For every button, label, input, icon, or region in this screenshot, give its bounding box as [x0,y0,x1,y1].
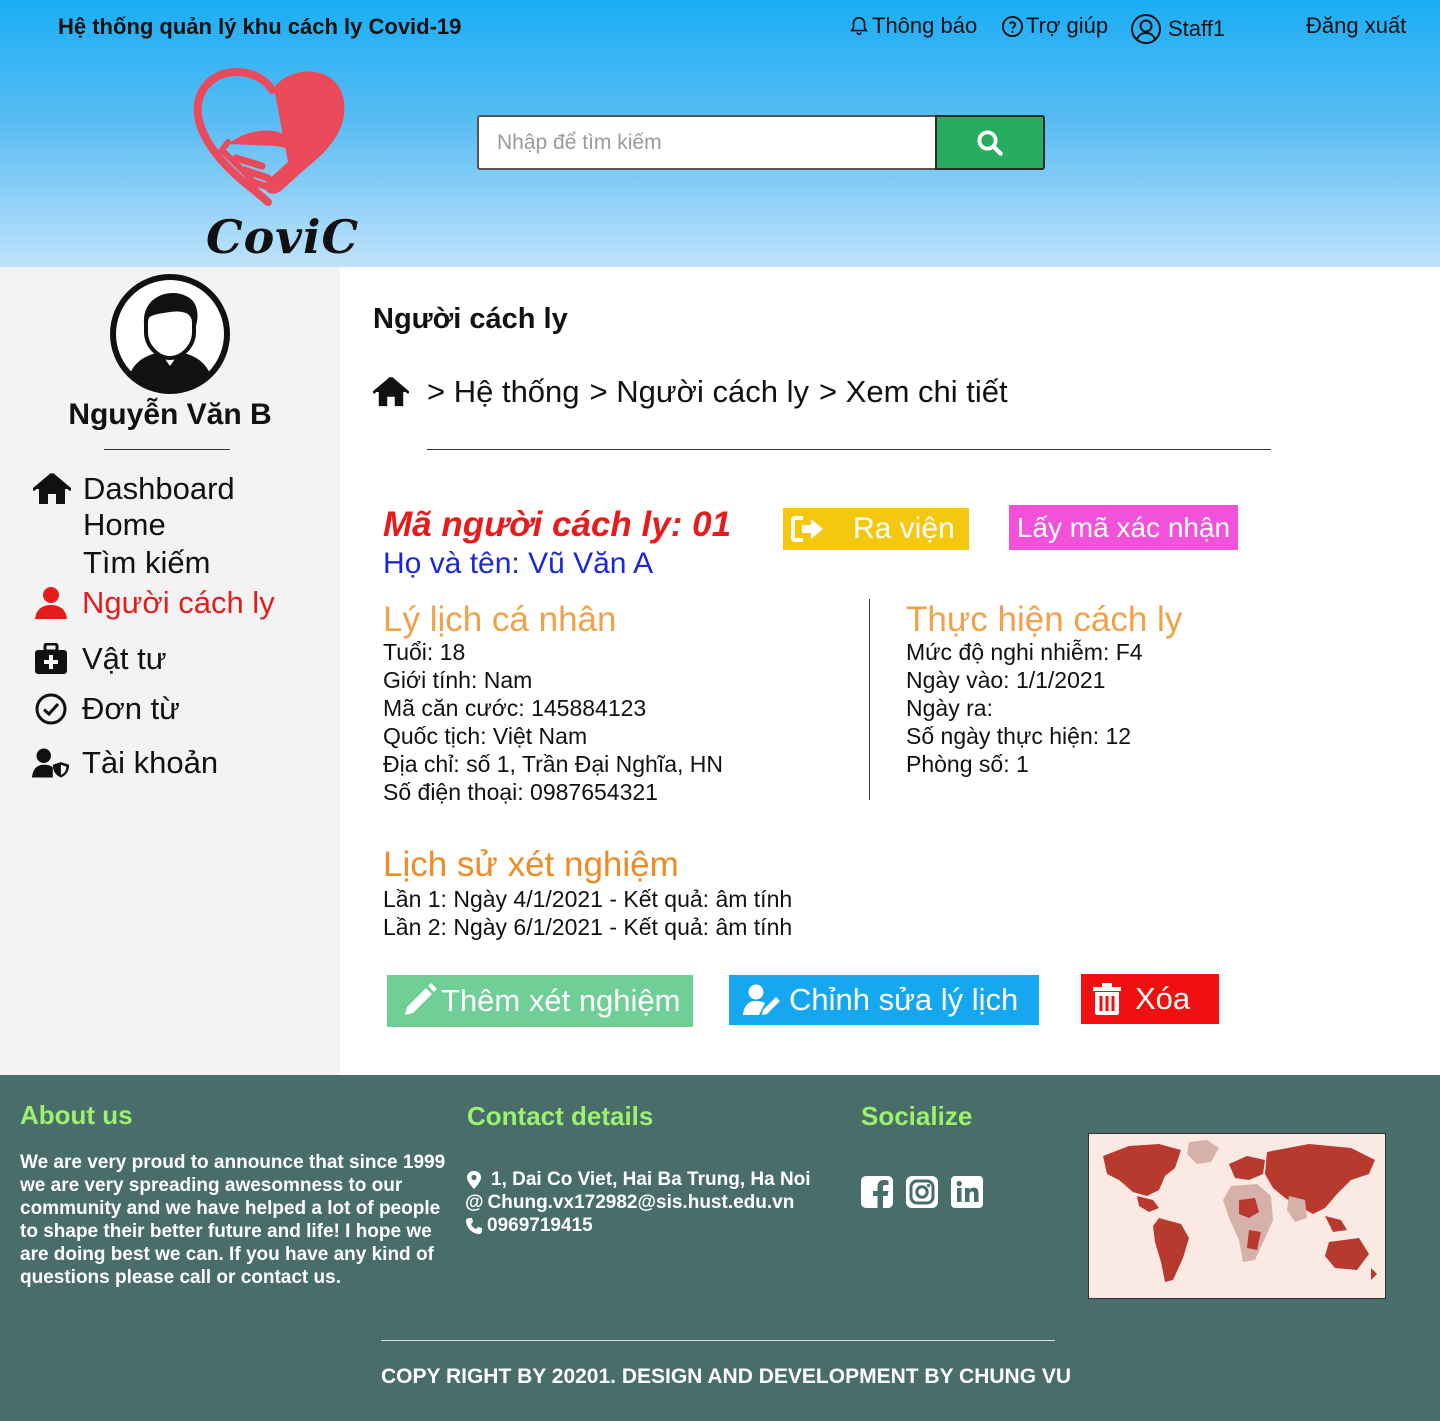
about-title: About us [20,1100,133,1130]
sidebar-item-label: Đơn từ [82,691,180,726]
sidebar-item-search[interactable]: Tìm kiếm [83,545,210,581]
contact-address: 1, Dai Co Viet, Hai Ba Trung, Ha Noi [465,1169,811,1191]
quarantine-suspicion-level: Mức độ nghi nhiễm: F4 [906,639,1143,665]
search-button[interactable] [935,115,1045,170]
profile-nationality: Quốc tịch: Việt Nam [383,723,588,749]
discharge-button[interactable]: Ra viện [783,508,969,550]
edit-profile-label: Chỉnh sửa lý lịch [789,982,1019,1017]
sidebar-item-quarantined-people[interactable]: Người cách ly [32,584,275,622]
profile-title: Lý lịch cá nhân [383,600,617,639]
sign-out-icon [791,516,823,542]
sidebar-item-dashboard[interactable]: Dashboard [33,470,235,508]
quarantine-date-out: Ngày ra: [906,695,993,721]
sidebar-user-name: Nguyễn Văn B [68,398,272,431]
patient-name: Họ và tên: Vũ Văn A [383,547,654,580]
about-text: We are very proud to announce that since… [20,1152,446,1288]
logout-label: Đăng xuất [1306,13,1407,38]
user-menu[interactable]: Staff1 [1130,13,1225,45]
map-marker-icon [467,1171,481,1189]
breadcrumb: > Hệ thống > Người cách ly > Xem chi tiế… [373,374,1008,410]
sidebar-item-applications[interactable]: Đơn từ [32,690,180,728]
patient-id: Mã người cách ly: 01 [383,505,732,544]
discharge-label: Ra viện [853,512,955,545]
test-history-item: Lần 1: Ngày 4/1/2021 - Kết quả: âm tính [383,886,793,912]
column-divider [869,599,870,800]
breadcrumb-quarantined-people[interactable]: > Người cách ly [590,374,809,410]
medkit-icon [32,640,70,678]
quarantine-date-in: Ngày vào: 1/1/2021 [906,667,1106,693]
profile-id-card: Mã căn cước: 145884123 [383,695,647,721]
sidebar-item-home[interactable]: Home [83,507,166,543]
breadcrumb-home-icon[interactable] [373,376,409,408]
breadcrumb-view-detail: > Xem chi tiết [818,374,1008,409]
breadcrumb-system[interactable]: > Hệ thống [427,374,580,410]
main-divider [427,449,1271,450]
footer-divider [381,1340,1055,1341]
phone-icon [466,1218,482,1234]
profile-phone: Số điện thoại: 0987654321 [383,779,658,805]
sidebar-item-supplies[interactable]: Vật tư [32,640,167,678]
check-circle-icon [32,690,70,728]
avatar [110,274,230,394]
test-history-title: Lịch sử xét nghiệm [383,845,679,884]
edit-profile-button[interactable]: Chỉnh sửa lý lịch [729,975,1039,1025]
logo-text: CoviC [206,210,360,264]
home-icon [33,470,71,508]
quarantine-days: Số ngày thực hiện: 12 [906,723,1132,749]
get-confirmation-code-button[interactable]: Lấy mã xác nhận [1009,505,1238,550]
page: Hệ thống quản lý khu cách ly Covid-19 Th… [0,0,1440,1421]
sidebar-item-label: Vật tư [82,641,167,676]
contact-phone[interactable]: 0969719415 [465,1215,593,1237]
linkedin-icon[interactable] [950,1175,984,1209]
quarantine-title: Thực hiện cách ly [906,600,1183,639]
quarantine-room: Phòng số: 1 [906,751,1029,777]
bell-icon [850,16,868,36]
page-title: Người cách ly [373,303,568,335]
user-edit-icon [743,984,780,1015]
search-input[interactable] [477,115,937,170]
pencil-icon [405,983,437,1015]
notifications-link[interactable]: Thông báo [848,13,977,39]
user-label: Staff1 [1168,16,1226,41]
copyright: COPY RIGHT BY 20201. DESIGN AND DEVELOPM… [381,1365,1072,1388]
notifications-label: Thông báo [872,13,978,38]
user-icon [32,584,70,622]
sidebar-item-label: Home [83,507,166,542]
add-test-label: Thêm xét nghiệm [441,983,681,1018]
contact-email[interactable]: @ Chung.vx172982@sis.hust.edu.vn [465,1192,794,1214]
user-circle-icon [1131,14,1161,44]
question-circle-icon [1001,15,1024,37]
profile-gender: Giới tính: Nam [383,667,533,693]
app-title: Hệ thống quản lý khu cách ly Covid-19 [58,14,462,39]
contact-phone-text: 0969719415 [487,1215,593,1236]
search-icon [977,130,1003,156]
delete-label: Xóa [1135,981,1191,1016]
contact-title: Contact details [467,1101,654,1131]
sidebar-item-account[interactable]: Tài khoản [32,744,218,782]
help-link[interactable]: Trợ giúp [1001,13,1108,39]
test-history-item: Lần 2: Ngày 6/1/2021 - Kết quả: âm tính [383,914,793,940]
world-map [1088,1133,1386,1299]
sidebar-item-label: Tài khoản [82,745,219,780]
add-test-button[interactable]: Thêm xét nghiệm [387,975,693,1027]
contact-email-text: Chung.vx172982@sis.hust.edu.vn [487,1192,795,1213]
profile-address: Địa chỉ: số 1, Trần Đại Nghĩa, HN [383,751,724,777]
get-code-label: Lấy mã xác nhận [1016,511,1231,543]
sidebar-item-label: Dashboard [83,471,235,506]
facebook-icon[interactable] [860,1175,894,1209]
trash-icon [1093,983,1121,1015]
profile-age: Tuổi: 18 [383,639,466,665]
logout-link[interactable]: Đăng xuất [1306,13,1406,39]
instagram-icon[interactable] [905,1175,939,1209]
sidebar-item-label: Người cách ly [82,585,275,620]
delete-button[interactable]: Xóa [1081,974,1219,1024]
header: Hệ thống quản lý khu cách ly Covid-19 Th… [0,0,1440,267]
user-shield-icon [32,744,70,782]
social-title: Socialize [861,1101,973,1131]
contact-address-text: 1, Dai Co Viet, Hai Ba Trung, Ha Noi [491,1169,811,1190]
sidebar-divider [104,449,230,450]
help-label: Trợ giúp [1026,13,1109,38]
sidebar-item-label: Tìm kiếm [83,545,211,580]
at-icon: @ [465,1192,484,1213]
